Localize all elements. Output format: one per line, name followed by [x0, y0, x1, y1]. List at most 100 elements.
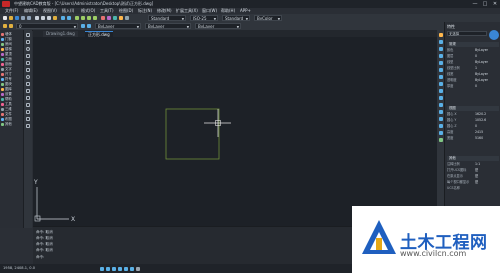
- polyline-icon[interactable]: [26, 40, 30, 44]
- line-icon[interactable]: [26, 33, 30, 37]
- grid-icon[interactable]: [106, 267, 110, 271]
- join-icon[interactable]: [438, 138, 443, 142]
- minimize-button[interactable]: —: [470, 1, 480, 7]
- print-icon[interactable]: [21, 16, 25, 20]
- quick-select-icon[interactable]: [489, 30, 499, 40]
- view-section-header[interactable]: 视图: [447, 106, 499, 111]
- fillet-icon[interactable]: [438, 124, 443, 128]
- zoom-icon[interactable]: [81, 16, 85, 20]
- command-prompt[interactable]: 命令:: [36, 255, 44, 260]
- scale-icon[interactable]: [438, 82, 443, 86]
- polygon-icon[interactable]: [26, 68, 30, 72]
- square-entity[interactable]: [165, 108, 220, 160]
- copy-icon[interactable]: [41, 16, 45, 20]
- snap-icon[interactable]: [100, 267, 104, 271]
- design-center-icon[interactable]: [107, 16, 111, 20]
- arc-icon[interactable]: [26, 54, 30, 58]
- property-row[interactable]: 线型 ByLayer: [447, 60, 499, 65]
- undo-icon[interactable]: [61, 16, 65, 20]
- point-icon[interactable]: [26, 110, 30, 114]
- drawing-canvas[interactable]: Y X: [33, 37, 437, 226]
- property-row[interactable]: UCS名称: [447, 186, 499, 191]
- paste-icon[interactable]: [47, 16, 51, 20]
- tool-palette-icon[interactable]: [113, 16, 117, 20]
- extend-icon[interactable]: [438, 103, 443, 107]
- property-row[interactable]: 打开UCS图标 是: [447, 168, 499, 173]
- match-properties-icon[interactable]: [53, 16, 57, 20]
- table-icon[interactable]: [26, 117, 30, 121]
- new-file-icon[interactable]: [3, 16, 7, 20]
- break-icon[interactable]: [438, 110, 443, 114]
- array-icon[interactable]: [438, 61, 443, 65]
- polar-icon[interactable]: [118, 267, 122, 271]
- ortho-icon[interactable]: [112, 267, 116, 271]
- open-file-icon[interactable]: [9, 16, 13, 20]
- property-row[interactable]: 注释比例 1:1: [447, 162, 499, 167]
- dim-style-combo[interactable]: ISO-25 ▼: [190, 15, 218, 21]
- misc-section-header[interactable]: 其他: [447, 156, 499, 161]
- save-icon[interactable]: [15, 16, 19, 20]
- zoom-previous-icon[interactable]: [93, 16, 97, 20]
- spline-icon[interactable]: [26, 82, 30, 86]
- move-icon[interactable]: [438, 68, 443, 72]
- redo-icon[interactable]: [67, 16, 71, 20]
- color-combo[interactable]: ByLayer ▼: [95, 23, 141, 29]
- property-row[interactable]: 厚度 0: [447, 84, 499, 89]
- property-row[interactable]: 宽度 5160: [447, 136, 499, 141]
- lineweight-combo[interactable]: ByLayer ▼: [195, 23, 241, 29]
- make-current-layer-icon[interactable]: [81, 24, 85, 28]
- plot-style-value: ByColor: [257, 16, 273, 21]
- trim-icon[interactable]: [438, 96, 443, 100]
- circle-icon[interactable]: [26, 47, 30, 51]
- property-row[interactable]: 线宽 ByLayer: [447, 72, 499, 77]
- ellipse-icon[interactable]: [26, 75, 30, 79]
- linetype-combo[interactable]: ByLayer ▼: [145, 23, 191, 29]
- stretch-icon[interactable]: [438, 89, 443, 93]
- panel-item[interactable]: 其他: [1, 122, 23, 127]
- property-row[interactable]: 颜色 ByLayer: [447, 48, 499, 53]
- rectangle-icon[interactable]: [26, 61, 30, 65]
- rotate-icon[interactable]: [438, 75, 443, 79]
- region-icon[interactable]: [26, 96, 30, 100]
- selection-combo[interactable]: 无选择: [447, 31, 487, 36]
- erase-icon[interactable]: [438, 33, 443, 37]
- property-row[interactable]: 圆心 Z 0: [447, 124, 499, 129]
- properties-icon[interactable]: [101, 16, 105, 20]
- text-style-combo[interactable]: Standard ▼: [148, 15, 186, 21]
- explode-icon[interactable]: [438, 131, 443, 135]
- otrack-icon[interactable]: [130, 267, 134, 271]
- property-row[interactable]: 圆心 X 1620.2: [447, 112, 499, 117]
- osnap-icon[interactable]: [124, 267, 128, 271]
- calculator-icon[interactable]: [119, 16, 123, 20]
- layer-manager-icon[interactable]: [3, 24, 7, 28]
- property-row[interactable]: 圆心 Y 1052.6: [447, 118, 499, 123]
- block-icon[interactable]: [26, 103, 30, 107]
- property-row[interactable]: 在原点显示 是: [447, 174, 499, 179]
- layer-combo[interactable]: 0 ▼: [16, 23, 78, 29]
- offset-icon[interactable]: [438, 54, 443, 58]
- zoom-window-icon[interactable]: [87, 16, 91, 20]
- window-title: 中望建筑CAD教育版 - [C:\Users\Administrator\Des…: [14, 1, 154, 6]
- mirror-icon[interactable]: [438, 47, 443, 51]
- close-button[interactable]: ✕: [490, 1, 500, 7]
- property-row[interactable]: 高度 2415: [447, 130, 499, 135]
- property-row[interactable]: 线型比例 1: [447, 66, 499, 71]
- mtext-icon[interactable]: [26, 124, 30, 128]
- cut-icon[interactable]: [35, 16, 39, 20]
- property-row[interactable]: 透明度 ByLayer: [447, 78, 499, 83]
- plot-style-combo[interactable]: ByColor ▼: [254, 15, 282, 21]
- maximize-button[interactable]: □: [480, 1, 490, 7]
- general-section-header[interactable]: 常规: [447, 42, 499, 47]
- hatch-icon[interactable]: [26, 89, 30, 93]
- layer-state-icon[interactable]: [9, 24, 13, 28]
- preview-icon[interactable]: [27, 16, 31, 20]
- table-style-combo[interactable]: Standard ▼: [222, 15, 250, 21]
- help-icon[interactable]: [125, 16, 129, 20]
- chamfer-icon[interactable]: [438, 117, 443, 121]
- property-row[interactable]: 图层 0: [447, 54, 499, 59]
- copy-object-icon[interactable]: [438, 40, 443, 44]
- previous-layer-icon[interactable]: [87, 24, 91, 28]
- lineweight-icon[interactable]: [136, 267, 140, 271]
- pan-icon[interactable]: [75, 16, 79, 20]
- property-row[interactable]: 每个视口都显示 是: [447, 180, 499, 185]
